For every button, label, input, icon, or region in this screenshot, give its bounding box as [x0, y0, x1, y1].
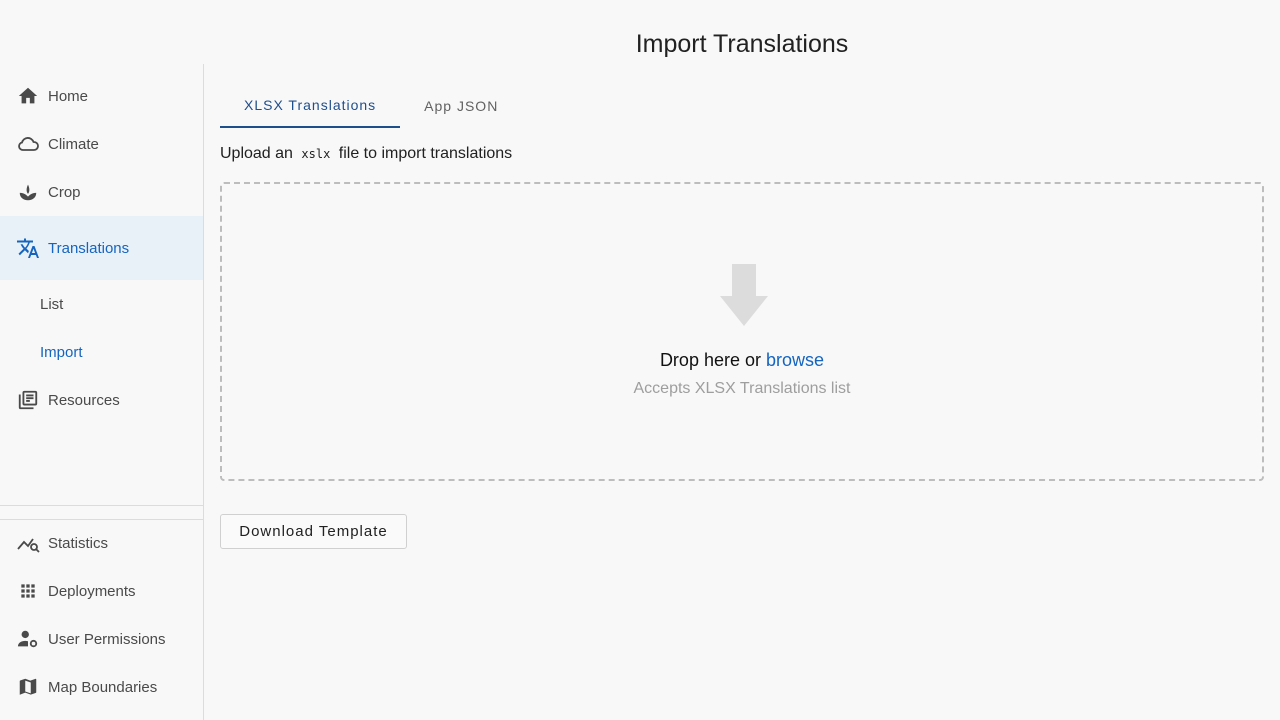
dropzone-hint: Accepts XLSX Translations list: [633, 380, 851, 397]
sidebar: Home Climate Crop Translations List Impo…: [0, 64, 204, 720]
sidebar-divider: [0, 505, 203, 506]
upload-instructions: Upload an xslx file to import translatio…: [220, 145, 512, 163]
tab-app-json[interactable]: App JSON: [400, 84, 522, 128]
upload-suffix: file to import translations: [338, 145, 513, 162]
sidebar-item-deployments[interactable]: Deployments: [0, 567, 203, 615]
sidebar-item-map-boundaries[interactable]: Map Boundaries: [0, 663, 203, 711]
dropzone-label: Drop here or: [659, 350, 761, 370]
download-template-button[interactable]: Download Template: [220, 514, 407, 549]
file-dropzone[interactable]: Drop here or browse Accepts XLSX Transla…: [220, 182, 1264, 481]
tab-xlsx-translations[interactable]: XLSX Translations: [220, 84, 401, 128]
sidebar-subitem-list[interactable]: List: [40, 280, 63, 328]
home-icon: [16, 84, 40, 108]
sidebar-item-label: Translations: [48, 239, 130, 257]
sidebar-item-crop[interactable]: Crop: [0, 168, 203, 216]
grid-icon: [16, 579, 40, 603]
user-gear-icon: [16, 627, 40, 651]
file-type-code: xslx: [301, 147, 331, 161]
upload-prefix: Upload an: [220, 145, 293, 162]
map-icon: [16, 675, 40, 699]
translate-icon: [16, 236, 40, 260]
sidebar-item-label: Resources: [48, 391, 120, 409]
cloud-icon: [16, 132, 40, 156]
sidebar-item-label: User Permissions: [48, 630, 166, 648]
browse-link[interactable]: browse: [766, 350, 824, 370]
arrow-down-icon: [720, 264, 768, 331]
sidebar-item-user-permissions[interactable]: User Permissions: [0, 615, 203, 663]
sidebar-item-resources[interactable]: Resources: [0, 376, 203, 424]
chart-search-icon: [16, 531, 40, 555]
sidebar-item-home[interactable]: Home: [0, 72, 203, 120]
library-icon: [16, 388, 40, 412]
tab-bar: XLSX Translations App JSON: [220, 84, 522, 128]
sidebar-item-label: Deployments: [48, 582, 136, 600]
sidebar-item-translations[interactable]: Translations: [0, 216, 203, 280]
sprout-icon: [16, 180, 40, 204]
sidebar-item-label: Climate: [48, 135, 99, 153]
dropzone-main-text: Drop here or browse: [222, 350, 1262, 371]
sidebar-item-statistics[interactable]: Statistics: [0, 519, 203, 567]
sidebar-item-label: Crop: [48, 183, 81, 201]
page-title: Import Translations: [635, 30, 849, 58]
sidebar-item-climate[interactable]: Climate: [0, 120, 203, 168]
sidebar-item-label: Home: [48, 87, 89, 105]
sidebar-item-label: Statistics: [48, 534, 109, 552]
sidebar-item-label: Map Boundaries: [48, 678, 158, 696]
sidebar-subitem-import[interactable]: Import: [40, 328, 83, 376]
